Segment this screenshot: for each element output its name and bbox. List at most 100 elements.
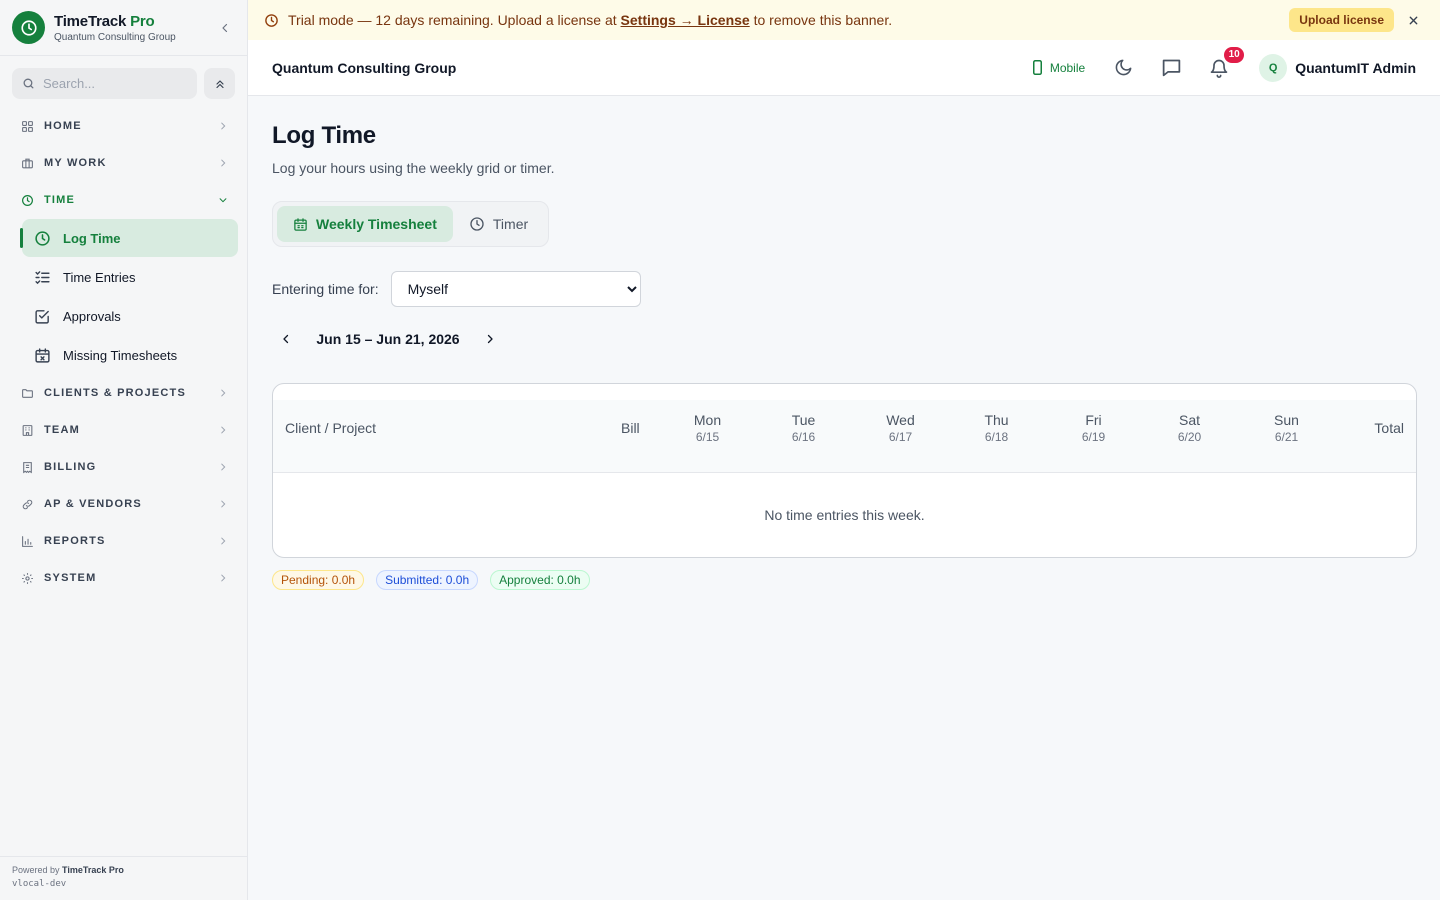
upload-license-button[interactable]: Upload license (1289, 8, 1394, 32)
column-header-wed: Wed 6/17 (876, 400, 925, 456)
chevron-right-icon (217, 572, 229, 584)
brand-org: Quantum Consulting Group (54, 31, 176, 43)
column-header-fri: Fri 6/19 (1069, 400, 1118, 456)
nav-section-my-work[interactable]: MY WORK (0, 145, 247, 181)
clock-icon (265, 13, 278, 27)
day-name: Mon (693, 412, 722, 428)
column-header-sun: Sun 6/21 (1262, 400, 1311, 456)
day-name: Sun (1274, 412, 1299, 428)
brand-text: TimeTrack Pro Quantum Consulting Group (54, 13, 215, 43)
notifications-button[interactable]: 10 (1207, 46, 1245, 80)
day-name: Fri (1085, 412, 1102, 428)
day-date: 6/20 (1177, 430, 1202, 444)
smartphone-icon (1032, 60, 1042, 75)
check-square-icon (33, 307, 51, 325)
brand-name: TimeTrack Pro (54, 13, 215, 30)
day-date: 6/16 (791, 430, 816, 444)
messages-button[interactable] (1159, 56, 1183, 80)
day-date: 6/17 (888, 430, 913, 444)
nav-section-ap-vendors[interactable]: AP & VENDORS (0, 486, 247, 522)
calendar-icon (294, 217, 307, 231)
user-name: QuantumIT Admin (1295, 59, 1416, 76)
tab-timer[interactable]: Timer (453, 206, 544, 242)
notification-count-badge: 10 (1224, 46, 1245, 63)
message-icon (1162, 59, 1180, 77)
entering-for-row: Entering time for: Myself (272, 271, 1418, 307)
page-subtitle: Log your hours using the weekly grid or … (272, 160, 555, 176)
sidebar: TimeTrack Pro Quantum Consulting Group H… (0, 0, 248, 900)
mobile-link[interactable]: Mobile (1032, 60, 1085, 75)
week-navigator: Jun 15 – Jun 21, 2026 (272, 325, 1418, 353)
column-header-thu: Thu 6/18 (972, 400, 1021, 456)
day-date: 6/21 (1274, 430, 1299, 444)
approved-hours-badge: Approved: 0.0h (490, 570, 590, 590)
nav-section-label: CLIENTS & PROJECTS (44, 387, 187, 399)
previous-week-button[interactable] (272, 325, 300, 353)
theme-toggle-button[interactable] (1111, 56, 1135, 80)
chevron-right-icon (487, 334, 493, 344)
search-box[interactable] (12, 68, 197, 99)
day-name: Tue (791, 412, 816, 428)
chevron-right-icon (217, 498, 229, 510)
folder-icon (20, 386, 34, 400)
day-name: Thu (984, 412, 1009, 428)
tab-label: Weekly Timesheet (316, 216, 437, 232)
sidebar-item-label: Log Time (63, 230, 121, 246)
link-icon (20, 497, 34, 511)
chevron-left-icon (222, 23, 228, 32)
nav-section-label: TEAM (44, 424, 80, 436)
nav-section-label: BILLING (44, 461, 97, 473)
search-input[interactable] (43, 76, 183, 91)
chevron-right-icon (217, 120, 229, 132)
banner-text-after: to remove this banner. (753, 12, 893, 28)
sidebar-item-time-entries[interactable]: Time Entries (22, 258, 238, 296)
top-header: Quantum Consulting Group Mobile 10 Q Qua… (248, 40, 1440, 96)
entering-for-select[interactable]: Myself (390, 271, 641, 307)
close-icon (1409, 16, 1417, 24)
powered-by: Powered by TimeTrack Pro (12, 865, 235, 875)
sidebar-item-label: Missing Timesheets (63, 347, 178, 363)
gear-icon (20, 571, 34, 585)
pending-hours-badge: Pending: 0.0h (272, 570, 365, 590)
day-name: Sat (1178, 412, 1200, 428)
nav-section-time[interactable]: TIME (0, 182, 247, 218)
day-name: Wed (886, 412, 915, 428)
sidebar-item-log-time[interactable]: Log Time (20, 219, 238, 257)
sidebar-item-missing-timesheets[interactable]: Missing Timesheets (22, 336, 238, 374)
empty-state-message: No time entries this week. (764, 507, 925, 523)
close-banner-button[interactable] (1406, 13, 1420, 27)
tab-weekly-timesheet[interactable]: Weekly Timesheet (277, 206, 453, 242)
clock-logo-icon (12, 11, 45, 44)
expand-all-button[interactable] (204, 68, 235, 99)
user-menu[interactable]: Q QuantumIT Admin (1259, 53, 1416, 82)
chevron-right-icon (217, 387, 229, 399)
nav-section-home[interactable]: HOME (0, 108, 247, 144)
table-header: Client / Project Bill Mon 6/15 Tue 6/16 … (273, 400, 1416, 473)
nav-section-clients-projects[interactable]: CLIENTS & PROJECTS (0, 375, 247, 411)
brand-name-main: TimeTrack (54, 12, 127, 30)
column-header-client-project: Client / Project (285, 420, 377, 436)
calendar-x-icon (33, 346, 51, 364)
entering-for-label: Entering time for: (272, 281, 379, 297)
brand-name-suffix: Pro (130, 12, 155, 30)
license-settings-link[interactable]: Settings → License (621, 12, 750, 28)
chevron-right-icon (217, 157, 229, 169)
tab-label: Timer (492, 216, 529, 232)
sidebar-item-label: Time Entries (63, 269, 136, 285)
moon-icon (1115, 59, 1132, 76)
nav-section-system[interactable]: SYSTEM (0, 560, 247, 596)
nav-section-team[interactable]: TEAM (0, 412, 247, 448)
next-week-button[interactable] (476, 325, 504, 353)
nav-section-reports[interactable]: REPORTS (0, 523, 247, 559)
column-header-tue: Tue 6/16 (779, 400, 828, 456)
nav-section-billing[interactable]: BILLING (0, 449, 247, 485)
sidebar-item-approvals[interactable]: Approvals (22, 297, 238, 335)
banner-text: Trial mode — 12 days remaining. Upload a… (288, 12, 892, 28)
version-label: vlocal-dev (12, 879, 67, 889)
search-icon (23, 78, 34, 89)
collapse-sidebar-button[interactable] (215, 18, 235, 38)
grid-icon (20, 119, 34, 133)
week-range-label: Jun 15 – Jun 21, 2026 (316, 331, 460, 347)
submitted-hours-badge: Submitted: 0.0h (376, 570, 479, 590)
column-header-sat: Sat 6/20 (1165, 400, 1214, 456)
